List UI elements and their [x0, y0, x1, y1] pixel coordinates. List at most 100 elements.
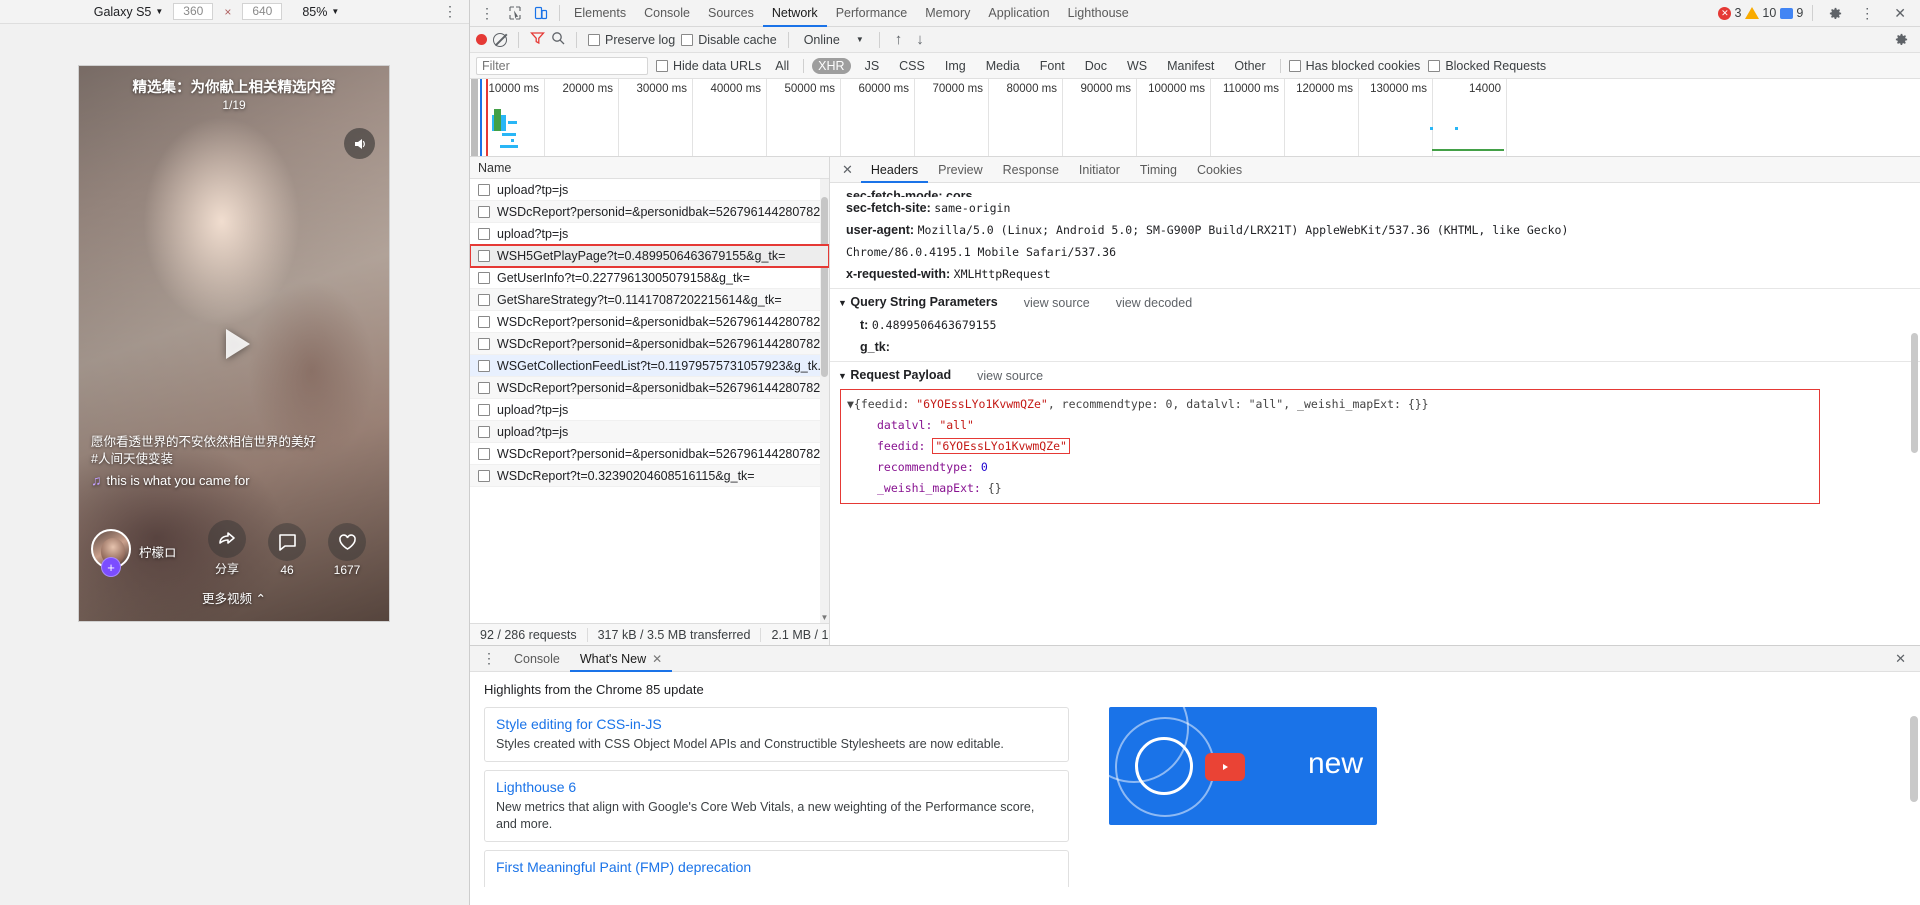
overview-left-handle[interactable]	[471, 79, 478, 156]
table-row[interactable]: WSDcReport?personid=&personidbak=5267961…	[470, 443, 829, 465]
device-selector[interactable]: Galaxy S5 ▼	[94, 5, 164, 19]
tab-initiator[interactable]: Initiator	[1069, 157, 1130, 183]
play-icon[interactable]	[203, 313, 265, 375]
clear-icon[interactable]	[493, 32, 507, 47]
close-icon[interactable]: ✕	[652, 646, 662, 672]
error-counter[interactable]: ✕ 3	[1718, 6, 1741, 20]
card-title[interactable]: First Meaningful Paint (FMP) deprecation	[496, 859, 1057, 875]
table-row[interactable]: GetShareStrategy?t=0.11417087202215614&g…	[470, 289, 829, 311]
throttling-select[interactable]: Online ▼	[800, 33, 868, 47]
filter-type-other[interactable]: Other	[1228, 58, 1271, 74]
table-row[interactable]: WSDcReport?personid=&personidbak=5267961…	[470, 311, 829, 333]
tab-preview[interactable]: Preview	[928, 157, 992, 183]
row-checkbox[interactable]	[478, 249, 490, 262]
inspect-cursor-icon[interactable]	[502, 2, 528, 25]
drawer-tab-console[interactable]: Console	[504, 646, 570, 672]
whats-new-body[interactable]: Highlights from the Chrome 85 update Sty…	[470, 672, 1920, 905]
disable-cache-checkbox[interactable]: Disable cache	[681, 33, 777, 47]
row-checkbox[interactable]	[478, 315, 490, 328]
list-item[interactable]: First Meaningful Paint (FMP) deprecation	[484, 850, 1069, 887]
row-checkbox[interactable]	[478, 359, 490, 372]
view-source-link[interactable]: view source	[977, 365, 1043, 387]
hide-data-urls-checkbox[interactable]: Hide data URLs	[656, 59, 761, 73]
devtools-left-kebab-icon[interactable]: ⋮	[472, 5, 502, 22]
warning-counter[interactable]: 10	[1745, 6, 1776, 20]
view-source-link[interactable]: view source	[1024, 292, 1090, 314]
author-avatar-wrap[interactable]: +	[91, 529, 131, 577]
search-icon[interactable]	[551, 31, 565, 48]
network-overview-timeline[interactable]: 10000 ms 20000 ms 30000 ms 40000 ms 5000…	[470, 79, 1920, 157]
row-checkbox[interactable]	[478, 205, 490, 218]
table-row-selected[interactable]: WSGetCollectionFeedList?t=0.119795757310…	[470, 355, 829, 377]
filter-type-font[interactable]: Font	[1034, 58, 1071, 74]
filter-type-css[interactable]: CSS	[893, 58, 931, 74]
tab-headers[interactable]: Headers	[861, 157, 928, 183]
tab-response[interactable]: Response	[993, 157, 1069, 183]
filter-type-all[interactable]: All	[769, 58, 795, 74]
table-row[interactable]: WSDcReport?personid=&personidbak=5267961…	[470, 377, 829, 399]
download-arrow-icon[interactable]: ↓	[912, 31, 928, 48]
tab-timing[interactable]: Timing	[1130, 157, 1187, 183]
tab-console[interactable]: Console	[635, 0, 699, 27]
row-checkbox[interactable]	[478, 447, 490, 460]
row-checkbox[interactable]	[478, 293, 490, 306]
scrollbar-thumb[interactable]	[1910, 716, 1918, 802]
table-row-highlighted[interactable]: WSH5GetPlayPage?t=0.4899506463679155&g_t…	[470, 244, 829, 268]
list-item[interactable]: Lighthouse 6 New metrics that align with…	[484, 770, 1069, 842]
comment-button[interactable]: 46	[257, 523, 317, 577]
devtools-more-kebab-icon[interactable]: ⋮	[1852, 5, 1882, 22]
blocked-requests-checkbox[interactable]: Blocked Requests	[1428, 59, 1546, 73]
tab-memory[interactable]: Memory	[916, 0, 979, 27]
tab-sources[interactable]: Sources	[699, 0, 763, 27]
request-payload-section-header[interactable]: ▼ Request Payload view source	[838, 364, 1920, 387]
tab-network[interactable]: Network	[763, 0, 827, 27]
close-icon[interactable]: ✕	[1886, 5, 1914, 22]
payload-summary-line[interactable]: ▼{feedid: "6YOEssLYo1KvwmQZe", recommend…	[847, 394, 1813, 415]
tab-lighthouse[interactable]: Lighthouse	[1059, 0, 1138, 27]
card-title[interactable]: Style editing for CSS-in-JS	[496, 716, 1057, 732]
device-toolbar-icon[interactable]	[528, 2, 554, 25]
tab-performance[interactable]: Performance	[827, 0, 917, 27]
scroll-down-arrow-icon[interactable]: ▼	[820, 613, 829, 623]
table-row[interactable]: upload?tp=js	[470, 421, 829, 443]
share-button[interactable]: 分享	[197, 520, 257, 577]
row-checkbox[interactable]	[478, 183, 490, 196]
table-row[interactable]: upload?tp=js	[470, 399, 829, 421]
record-icon[interactable]	[476, 34, 487, 45]
music-row[interactable]: ♫ this is what you came for	[91, 472, 319, 489]
scrollbar-thumb[interactable]	[821, 197, 828, 377]
card-title[interactable]: Lighthouse 6	[496, 779, 1057, 795]
funnel-icon[interactable]	[530, 31, 545, 48]
filter-type-xhr[interactable]: XHR	[812, 57, 851, 74]
table-row[interactable]: WSDcReport?personid=&personidbak=5267961…	[470, 333, 829, 355]
payload-value-highlighted[interactable]: "6YOEssLYo1KvwmQZe"	[932, 438, 1070, 454]
caption-hashtag[interactable]: #人间天使变装	[91, 451, 319, 468]
headers-detail-body[interactable]: sec-fetch-mode: cors sec-fetch-site: sam…	[830, 183, 1920, 645]
request-column-header[interactable]: Name	[470, 157, 829, 179]
filter-type-ws[interactable]: WS	[1121, 58, 1153, 74]
row-checkbox[interactable]	[478, 381, 490, 394]
tab-application[interactable]: Application	[979, 0, 1058, 27]
filter-type-doc[interactable]: Doc	[1079, 58, 1113, 74]
scrollbar-thumb[interactable]	[1911, 333, 1918, 453]
row-checkbox[interactable]	[478, 337, 490, 350]
row-checkbox[interactable]	[478, 227, 490, 240]
chevron-down-icon[interactable]: ▼	[838, 298, 847, 308]
device-options-kebab-icon[interactable]: ⋮	[437, 3, 463, 20]
drawer-kebab-icon[interactable]: ⋮	[474, 650, 504, 667]
close-icon[interactable]: ✕	[834, 162, 861, 178]
zoom-selector[interactable]: 85% ▼	[302, 5, 339, 19]
upload-arrow-icon[interactable]: ↑	[891, 31, 907, 48]
table-row[interactable]: GetUserInfo?t=0.22779613005079158&g_tk=	[470, 267, 829, 289]
drawer-tab-whats-new[interactable]: What's New ✕	[570, 646, 672, 672]
follow-button[interactable]: +	[101, 557, 121, 577]
filter-type-js[interactable]: JS	[859, 58, 886, 74]
drawer-close-icon[interactable]: ✕	[1885, 651, 1916, 667]
gear-icon[interactable]	[1822, 2, 1848, 25]
table-row[interactable]: upload?tp=js	[470, 179, 829, 201]
filter-type-media[interactable]: Media	[980, 58, 1026, 74]
message-counter[interactable]: 9	[1780, 6, 1803, 20]
filter-type-img[interactable]: Img	[939, 58, 972, 74]
table-row[interactable]: upload?tp=js	[470, 223, 829, 245]
tab-cookies[interactable]: Cookies	[1187, 157, 1252, 183]
